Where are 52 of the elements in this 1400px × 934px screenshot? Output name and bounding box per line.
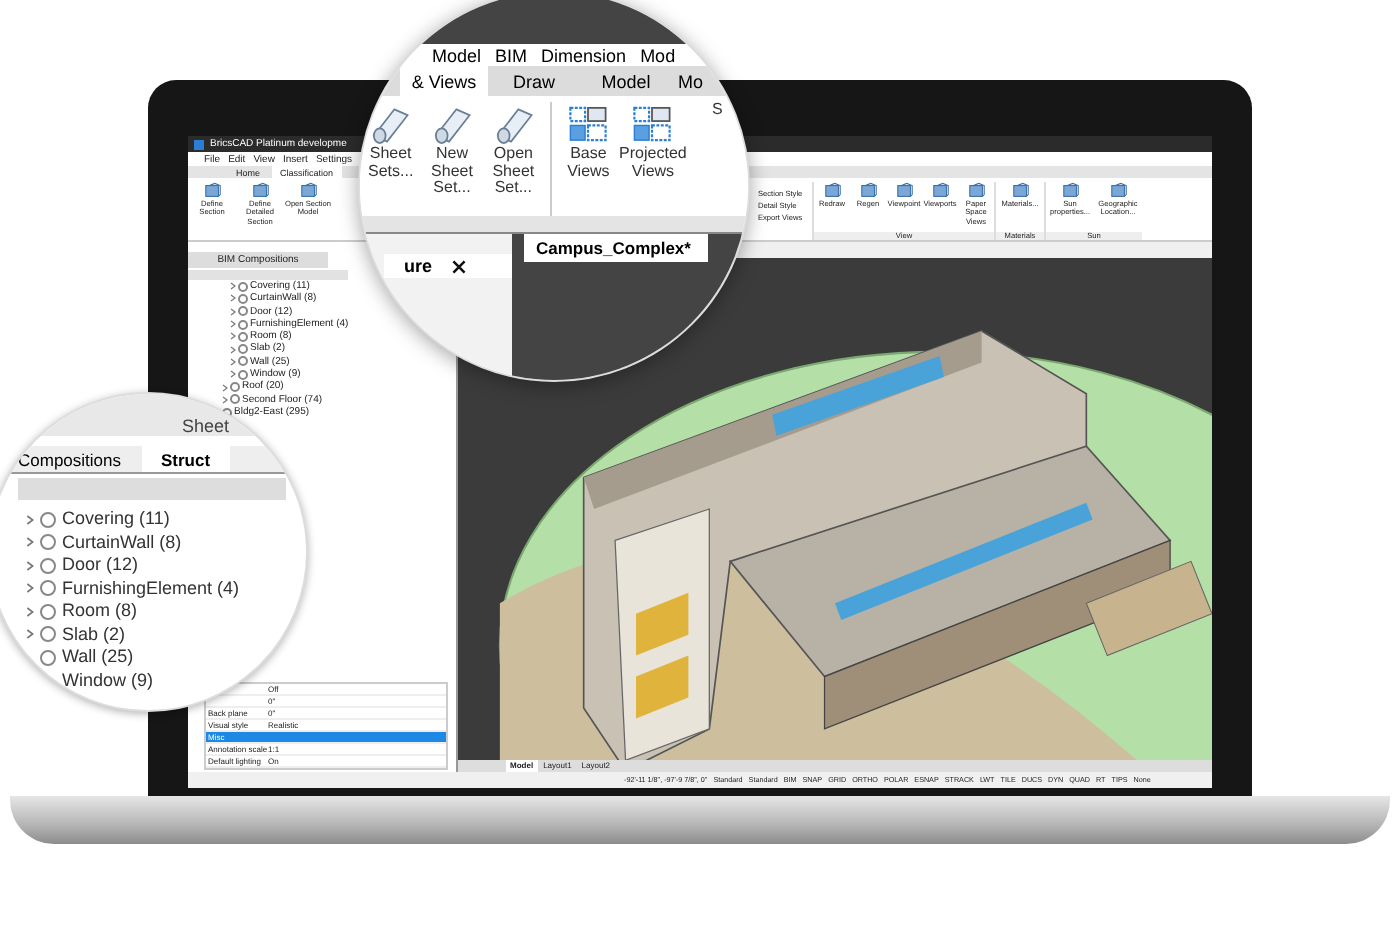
ribbon-button[interactable]: Projected Views [619,102,687,216]
ribbon-button[interactable]: Open Sheet Set... [482,102,545,216]
panel-tab[interactable]: ure [384,254,512,278]
tree-item[interactable]: Room (8) [62,600,138,623]
menu-item[interactable]: Dimension [541,45,627,65]
ribbon-button[interactable]: Sheet Sets... [360,102,422,216]
tool-icon [1011,182,1029,200]
tree-item[interactable]: Covering (11) [62,508,170,531]
ribbon-tab[interactable]: Mo [672,66,710,96]
ribbon-tab[interactable]: Model [580,66,672,96]
node-icon [40,603,56,620]
app-logo-icon [194,139,204,149]
panel-title: Sheet [182,416,230,436]
paper-roll-icon [368,102,413,146]
tree-item[interactable]: FurnishingElement (4) [62,577,240,600]
tree-item[interactable]: Window (9) [62,669,154,692]
menu-item[interactable]: Mod [640,45,676,65]
node-icon [40,580,56,597]
section-icon [203,182,221,200]
tool-icon [1109,182,1127,200]
node-icon [40,534,56,551]
ribbon-button[interactable]: S [686,102,748,216]
views-icon [566,102,611,146]
tool-icon [859,182,877,200]
paper-roll-icon [430,102,474,146]
node-icon [40,626,56,643]
menu-item[interactable]: Model [432,45,482,65]
tool-icon [823,182,841,200]
close-icon[interactable] [452,259,467,273]
node-icon [40,557,56,574]
ribbon-button[interactable]: New Sheet Set... [421,102,483,216]
section-icon [251,182,269,200]
tree-item[interactable]: Wall (25) [62,646,134,669]
tool-icon [1061,182,1079,200]
tree-item[interactable]: Door (12) [62,554,139,577]
tree-item[interactable]: Slab (2) [62,623,126,646]
node-icon [40,649,56,666]
tool-icon [895,182,913,200]
panel-tab[interactable]: Compositions [0,446,141,472]
panel-tab[interactable]: Struct [141,446,231,472]
views-icon [630,102,675,146]
tool-icon [931,182,949,200]
ribbon-tab[interactable]: & Views [400,66,488,96]
document-tab[interactable]: Campus_Complex* [524,234,708,262]
tree-item[interactable]: CurtainWall (8) [62,531,182,554]
section-icon [299,182,317,200]
tool-icon [967,182,985,200]
ribbon-tab[interactable]: Draw [488,66,580,96]
ribbon-button[interactable]: Base Views [557,102,620,216]
node-icon [40,511,56,528]
paper-roll-icon [491,102,536,146]
menu-item[interactable]: BIM [495,45,528,65]
